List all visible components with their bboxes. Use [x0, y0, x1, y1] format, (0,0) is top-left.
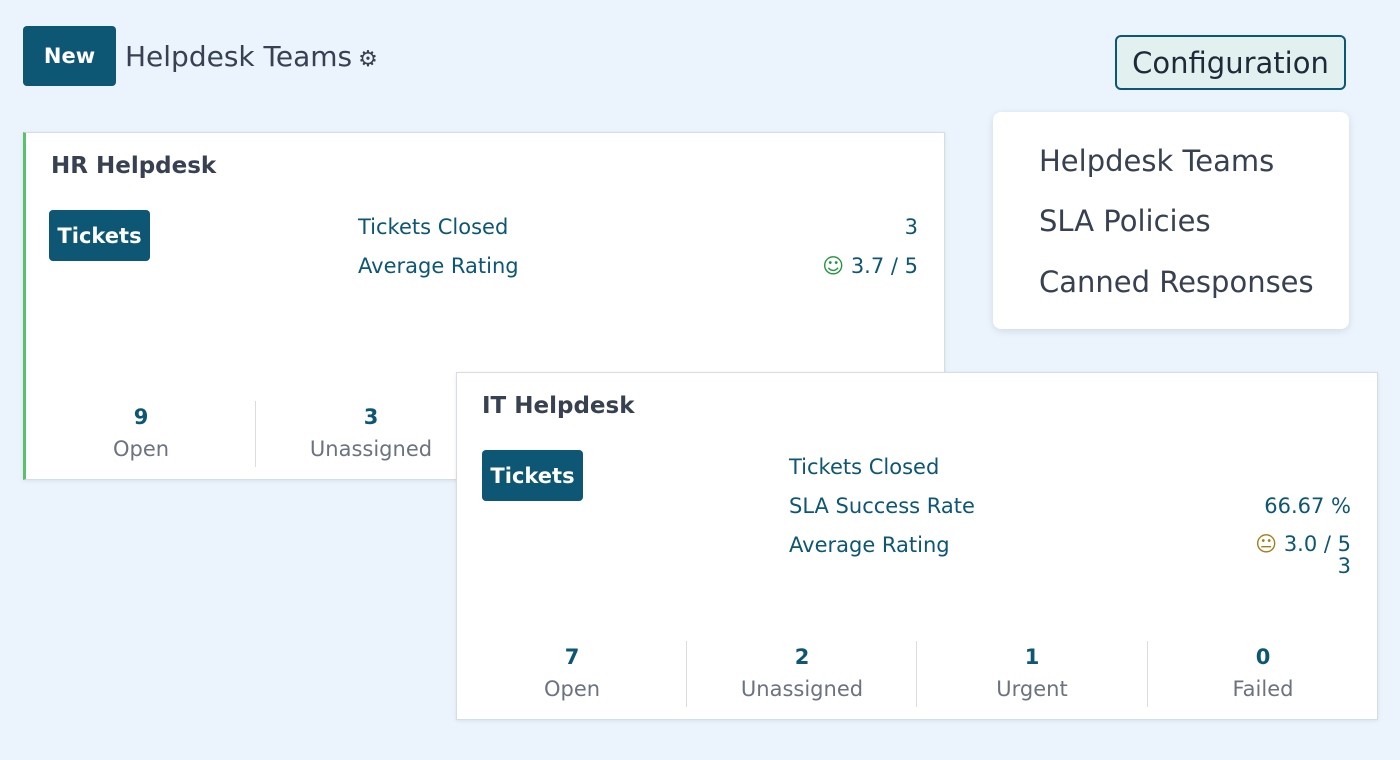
configuration-button[interactable]: Configuration	[1115, 35, 1346, 90]
stat-count: 1	[1024, 645, 1040, 669]
stat-count: 3	[363, 405, 379, 429]
average-rating-value[interactable]: 3.0 / 5	[1284, 532, 1351, 556]
team-card-it: IT Helpdesk Tickets Tickets Closed SLA S…	[456, 372, 1378, 720]
stat-open[interactable]: 7 Open	[457, 645, 687, 701]
stat-label: Open	[112, 437, 170, 461]
average-rating-value[interactable]: 3.7 / 5	[851, 254, 918, 278]
stat-open[interactable]: 9 Open	[26, 405, 256, 461]
team-name: IT Helpdesk	[482, 393, 635, 419]
stat-count: 7	[564, 645, 580, 669]
average-rating-link[interactable]: Average Rating	[358, 254, 519, 278]
team-name: HR Helpdesk	[51, 153, 217, 179]
tickets-closed-value[interactable]: 3	[905, 215, 918, 239]
gear-icon[interactable]: ⚙	[358, 47, 378, 72]
stat-label: Urgent	[996, 677, 1068, 701]
smile-icon: ☺	[822, 254, 845, 278]
menu-item-helpdesk-teams[interactable]: Helpdesk Teams	[1039, 144, 1274, 178]
sla-success-rate-value[interactable]: 66.67 %	[1264, 494, 1351, 518]
stat-failed[interactable]: 0 Failed	[1148, 645, 1378, 701]
stat-label: Failed	[1232, 677, 1294, 701]
tickets-closed-value[interactable]: 3	[1338, 554, 1351, 578]
stat-label: Open	[543, 677, 601, 701]
page-title: Helpdesk Teams ⚙	[125, 40, 378, 73]
neutral-face-icon: 😐	[1255, 532, 1278, 556]
menu-item-canned-responses[interactable]: Canned Responses	[1039, 265, 1314, 299]
stat-label: Unassigned	[309, 437, 433, 461]
stat-label: Unassigned	[740, 677, 864, 701]
stat-urgent[interactable]: 1 Urgent	[917, 645, 1147, 701]
configuration-menu: Helpdesk Teams SLA Policies Canned Respo…	[993, 112, 1349, 329]
sla-success-rate-link[interactable]: SLA Success Rate	[789, 494, 975, 518]
title-text: Helpdesk Teams	[125, 40, 353, 73]
stat-unassigned[interactable]: 2 Unassigned	[687, 645, 917, 701]
average-rating-link[interactable]: Average Rating	[789, 533, 950, 557]
stat-unassigned[interactable]: 3 Unassigned	[256, 405, 486, 461]
stat-count: 0	[1255, 645, 1271, 669]
tickets-closed-link[interactable]: Tickets Closed	[358, 215, 508, 239]
tickets-button[interactable]: Tickets	[482, 450, 583, 501]
tickets-button[interactable]: Tickets	[49, 210, 150, 261]
tickets-closed-link[interactable]: Tickets Closed	[789, 455, 939, 479]
stat-count: 9	[133, 405, 149, 429]
menu-item-sla-policies[interactable]: SLA Policies	[1039, 204, 1211, 238]
new-button[interactable]: New	[23, 26, 116, 86]
stat-count: 2	[794, 645, 810, 669]
